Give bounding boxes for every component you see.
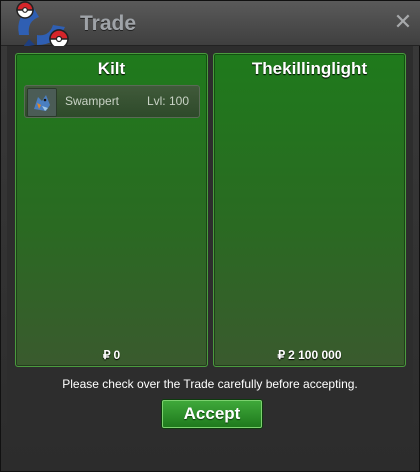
close-icon[interactable]: ✕	[393, 12, 413, 34]
trade-panel-right: Thekillinglight ₽2 100 000	[213, 53, 406, 367]
trade-notice: Please check over the Trade carefully be…	[62, 377, 358, 391]
pokeball-logo-icon	[16, 1, 69, 49]
accept-button[interactable]: Accept	[162, 400, 262, 428]
trade-window: Trade ✕ Kilt Swampert Lvl: 100 ₽0 Thekil…	[0, 0, 420, 472]
currency-symbol: ₽	[102, 348, 111, 362]
money-right: ₽2 100 000	[214, 348, 405, 362]
currency-symbol: ₽	[277, 348, 286, 362]
window-title: Trade	[80, 12, 137, 35]
money-amount-left: 0	[113, 348, 121, 362]
trade-item-swampert[interactable]: Swampert Lvl: 100	[24, 85, 200, 118]
item-name: Swampert	[65, 94, 120, 108]
trader-name-left: Kilt	[97, 59, 126, 78]
money-amount-right: 2 100 000	[288, 348, 342, 362]
trade-content: Kilt Swampert Lvl: 100 ₽0 Thekillingligh…	[7, 46, 413, 438]
title-bar[interactable]: Trade ✕	[1, 1, 420, 49]
item-level: Lvl: 100	[146, 94, 189, 108]
money-left: ₽0	[16, 348, 207, 362]
swampert-icon	[27, 88, 57, 117]
trade-panel-left: Kilt Swampert Lvl: 100 ₽0	[15, 53, 208, 367]
trader-name-right: Thekillinglight	[251, 59, 368, 78]
